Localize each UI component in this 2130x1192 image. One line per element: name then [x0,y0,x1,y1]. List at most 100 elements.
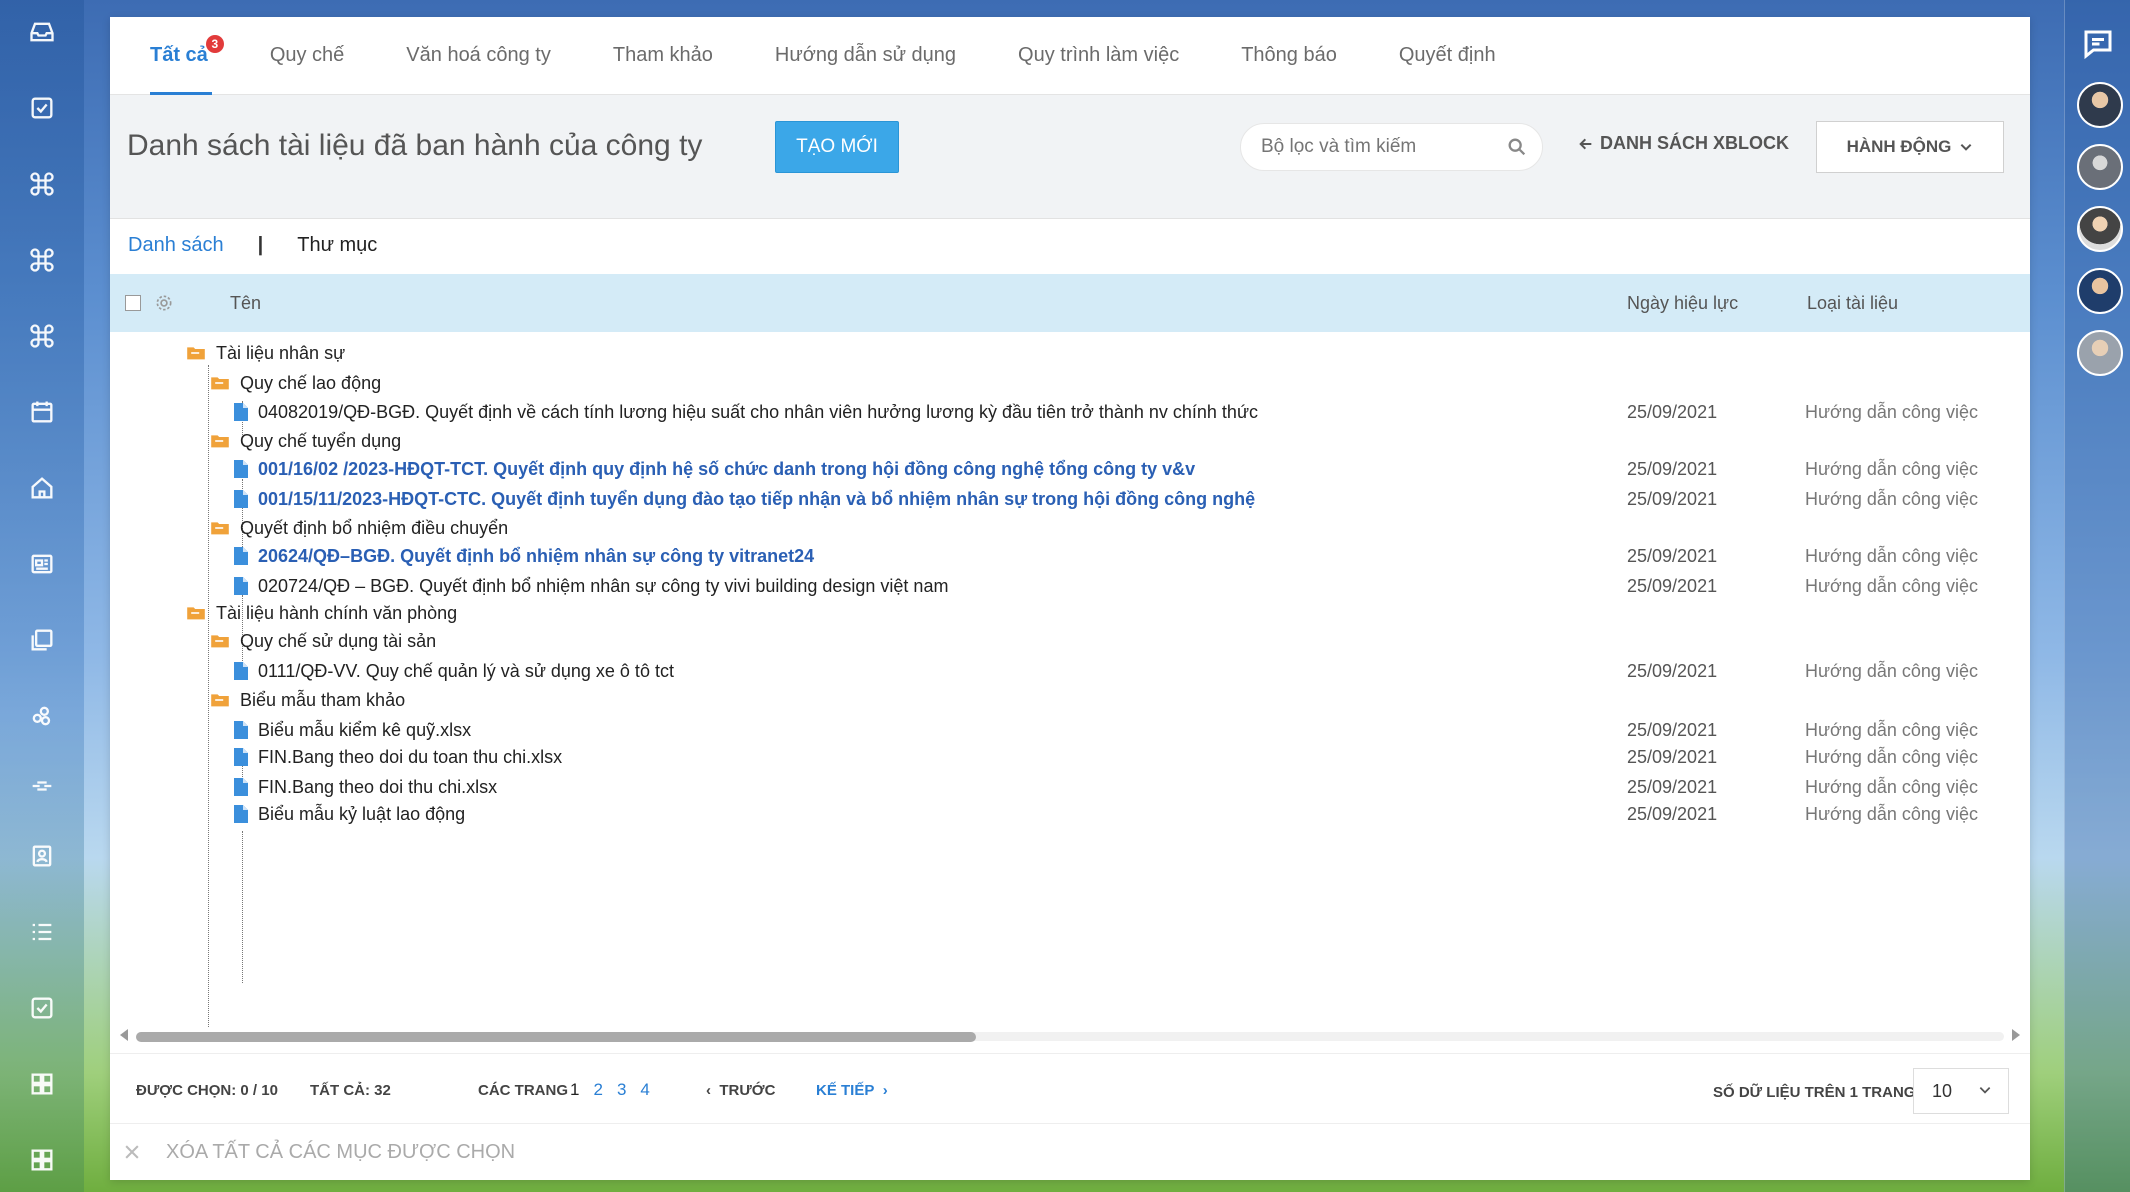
prev-page-button[interactable]: ‹ TRƯỚC [706,1082,775,1099]
inbox-icon[interactable] [22,12,62,52]
actions-dropdown[interactable]: HÀNH ĐỘNG [1816,121,2004,173]
calendar-icon[interactable] [22,392,62,432]
tab-announcements[interactable]: Thông báo [1241,17,1337,95]
scroll-right-arrow[interactable] [2012,1029,2020,1041]
document-name[interactable]: 001/15/11/2023-HĐQT-CTC. Quyết định tuyể… [234,489,1255,510]
document-name[interactable]: Tài liệu hành chính văn phòng [186,603,457,624]
search-input[interactable] [1261,124,1501,170]
column-effective-date[interactable]: Ngày hiệu lực [1627,293,1738,314]
avatar[interactable] [2077,206,2123,252]
page-4[interactable]: 4 [640,1080,649,1100]
document-name[interactable]: Tài liệu nhân sự [186,343,345,364]
effective-date: 25/09/2021 [1627,746,1718,767]
task-check-icon[interactable] [22,988,62,1028]
document-name[interactable]: Quy chế tuyển dụng [210,431,401,452]
avatar[interactable] [2077,330,2123,376]
tab-company-culture[interactable]: Văn hoá công ty [406,17,551,95]
folder-icon [211,435,229,448]
folder-icon [187,347,205,360]
chat-icon[interactable] [2079,26,2117,62]
document-name[interactable]: Quyết định bổ nhiệm điều chuyển [210,518,508,539]
tab-regulations[interactable]: Quy chế [270,17,344,95]
close-icon[interactable] [122,1142,142,1162]
grid-icon[interactable] [22,1064,62,1104]
tab-label: Quyết định [1398,44,1496,66]
document-type: Hướng dẫn công việc [1805,575,1978,596]
scroll-left-arrow[interactable] [120,1029,128,1041]
document-name[interactable]: 20624/QĐ–BGĐ. Quyết định bổ nhiệm nhân s… [234,546,814,567]
effective-date: 25/09/2021 [1627,803,1718,824]
group-icon[interactable] [22,696,62,736]
document-title: Tài liệu hành chính văn phòng [216,602,458,623]
command-icon[interactable] [22,164,62,204]
command-icon[interactable] [22,240,62,280]
document-name[interactable]: 04082019/QĐ-BGĐ. Quyết định về cách tính… [234,402,1258,423]
avatar[interactable] [2077,82,2123,128]
tab-reference[interactable]: Tham khảo [613,17,713,95]
arrow-left-icon [1579,138,1592,149]
view-list-toggle[interactable]: Danh sách [128,234,224,257]
next-page-button[interactable]: KẾ TIẾP › [816,1082,888,1099]
home-icon[interactable] [22,468,62,508]
select-all-checkbox[interactable] [125,295,141,311]
document-type: Hướng dẫn công việc [1805,401,1978,422]
document-name[interactable]: Quy chế sử dụng tài sản [210,631,436,652]
search-icon[interactable] [1506,136,1528,158]
avatar[interactable] [2077,268,2123,314]
document-title: Biểu mẫu tham khảo [240,689,406,710]
document-type: Hướng dẫn công việc [1805,776,1978,797]
tab-user-guide[interactable]: Hướng dẫn sử dụng [775,17,956,95]
newspaper-icon[interactable] [22,544,62,584]
tab-work-process[interactable]: Quy trình làm việc [1018,17,1179,95]
document-name[interactable]: 001/16/02 /2023-HĐQT-TCT. Quyết định quy… [234,459,1195,480]
link-icon[interactable] [22,766,62,806]
view-switch: Danh sách | Thư mục [128,217,377,273]
page-3[interactable]: 3 [617,1080,626,1100]
delete-selected-button[interactable]: XÓA TẤT CẢ CÁC MỤC ĐƯỢC CHỌN [166,1141,515,1164]
list-icon[interactable] [22,912,62,952]
chevron-down-icon [1979,1087,1991,1094]
document-type: Hướng dẫn công việc [1805,458,1978,479]
column-document-type[interactable]: Loại tài liệu [1807,293,1898,314]
document-type: Hướng dẫn công việc [1805,803,1978,824]
column-name[interactable]: Tên [230,293,261,314]
xblock-list-link[interactable]: DANH SÁCH XBLOCK [1578,133,1789,154]
avatar[interactable] [2077,144,2123,190]
effective-date: 25/09/2021 [1627,458,1718,479]
per-page-select[interactable]: 10 [1913,1068,2009,1114]
right-rail [2064,0,2130,1192]
page-1[interactable]: 1 [570,1080,579,1100]
horizontal-scrollbar[interactable] [118,1029,2022,1043]
command-icon[interactable] [22,316,62,356]
create-button[interactable]: TẠO MỚI [775,121,899,173]
documents-icon[interactable] [22,620,62,660]
effective-date: 25/09/2021 [1627,488,1718,509]
document-name[interactable]: Biểu mẫu kỷ luật lao động [234,804,465,825]
effective-date: 25/09/2021 [1627,575,1718,596]
view-folder-toggle[interactable]: Thư mục [297,234,377,257]
document-name[interactable]: FIN.Bang theo doi thu chi.xlsx [234,777,497,798]
scroll-thumb[interactable] [136,1032,976,1042]
document-name[interactable]: Quy chế lao động [210,373,381,394]
tab-all[interactable]: Tất cả 3 [150,17,224,95]
page-title: Danh sách tài liệu đã ban hành của công … [127,129,703,162]
document-name[interactable]: FIN.Bang theo doi du toan thu chi.xlsx [234,747,562,768]
file-icon [234,490,248,508]
grid-icon[interactable] [22,1140,62,1180]
page-2[interactable]: 2 [593,1080,602,1100]
task-check-icon[interactable] [22,88,62,128]
document-name[interactable]: Biểu mẫu tham khảo [210,690,405,711]
document-name[interactable]: 0111/QĐ-VV. Quy chế quản lý và sử dụng x… [234,661,674,682]
document-title: 001/16/02 /2023-HĐQT-TCT. Quyết định quy… [258,458,1196,479]
document-title: Quy chế tuyển dụng [240,430,402,451]
document-title: FIN.Bang theo doi thu chi.xlsx [258,776,498,797]
file-row[interactable]: Biểu mẫu kỷ luật lao động 25/09/2021 Hướng… [110,796,2030,832]
folder-icon [187,607,205,620]
gear-icon[interactable] [154,293,174,313]
document-name[interactable]: 020724/QĐ – BGĐ. Quyết định bổ nhiệm nhâ… [234,576,948,597]
search-box[interactable] [1240,123,1543,171]
file-icon [234,577,248,595]
tab-decisions[interactable]: Quyết định [1399,17,1496,95]
document-name[interactable]: Biểu mẫu kiểm kê quỹ.xlsx [234,720,471,741]
contact-icon[interactable] [22,836,62,876]
